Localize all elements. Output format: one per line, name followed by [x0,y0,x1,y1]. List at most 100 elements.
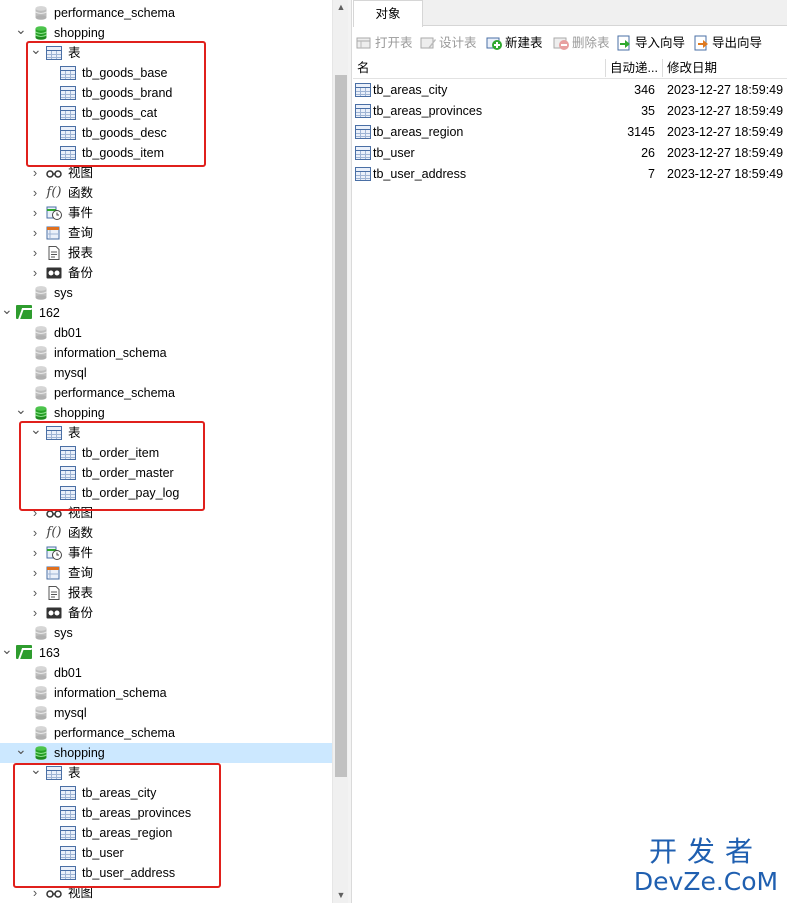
design-table-button[interactable]: 设计表 [420,33,480,53]
grid-header: 名 自动递... 修改日期 [353,57,787,79]
tree-item-db[interactable]: performance_schema [0,723,332,743]
chevron-right-icon[interactable]: › [30,163,40,183]
tree-item-db[interactable]: db01 [0,663,332,683]
column-divider[interactable] [662,59,663,77]
tree-item-db[interactable]: information_schema [0,683,332,703]
tree-item-tables[interactable]: ⌄ 表 [0,422,332,443]
tree-item-queries[interactable]: › 查询 [0,223,332,243]
chevron-right-icon[interactable]: › [30,603,40,623]
tree-item-backups[interactable]: › 备份 [0,263,332,283]
import-wizard-button[interactable]: 导入向导 [616,33,688,53]
chevron-right-icon[interactable]: › [30,263,40,283]
tree-item-db[interactable]: performance_schema [0,383,332,403]
navigation-tree[interactable]: performance_schema ⌄ shopping ⌄ 表 tb_goods_ba… [0,0,332,903]
chevron-down-icon[interactable]: ⌄ [15,22,27,43]
chevron-down-icon[interactable]: ⌄ [1,642,13,663]
tree-item-table[interactable]: tb_goods_brand [0,83,332,103]
tree-item-events[interactable]: › 事件 [0,203,332,223]
scroll-up-arrow-icon[interactable]: ▲ [333,0,349,14]
tree-item-views[interactable]: › 视图 [0,163,332,183]
table-row[interactable]: tb_areas_provinces 35 2023-12-27 18:59:49 [353,101,787,122]
tree-item-views[interactable]: › 视图 [0,883,332,903]
tree-item-table[interactable]: tb_goods_cat [0,103,332,123]
tree-item-label: tb_user_address [82,866,176,880]
chevron-right-icon[interactable]: › [30,583,40,603]
tree-item-label: tb_order_item [82,446,160,460]
tree-item-db[interactable]: information_schema [0,343,332,363]
table-row[interactable]: tb_areas_city 346 2023-12-27 18:59:49 [353,80,787,101]
tree-item-backups[interactable]: › 备份 [0,603,332,623]
chevron-right-icon[interactable]: › [30,203,40,223]
tree-item-label: tb_goods_item [82,146,165,160]
export-wizard-button[interactable]: 导出向导 [693,33,767,53]
tab-objects[interactable]: 对象 [353,0,423,27]
tree-item-queries[interactable]: › 查询 [0,563,332,583]
chevron-right-icon[interactable]: › [30,523,40,543]
chevron-right-icon[interactable]: › [30,543,40,563]
table-row[interactable]: tb_user_address 7 2023-12-27 18:59:49 [353,164,787,185]
column-header-name[interactable]: 名 [357,57,557,79]
tree-item-db[interactable]: sys [0,283,332,303]
scrollbar-thumb[interactable] [335,75,347,777]
tree-item-db[interactable]: mysql [0,703,332,723]
tree-item-tables[interactable]: ⌄ 表 [0,42,332,63]
tree-item-table[interactable]: tb_areas_region [0,823,332,843]
tree-item-label: tb_goods_desc [82,126,167,140]
tree-item-table[interactable]: tb_goods_base [0,63,332,83]
column-header-auto-increment[interactable]: 自动递... [610,57,660,79]
tree-item-functions[interactable]: › f() 函数 [0,523,332,543]
chevron-down-icon[interactable]: ⌄ [30,762,42,783]
panel-splitter[interactable] [348,0,352,903]
chevron-down-icon[interactable]: ⌄ [15,742,27,763]
chevron-right-icon[interactable]: › [30,503,40,523]
tree-item-db[interactable]: performance_schema [0,3,332,23]
chevron-down-icon[interactable]: ⌄ [15,402,27,423]
tree-item-table[interactable]: tb_goods_desc [0,123,332,143]
tree-item-label: sys [54,286,73,300]
delete-table-button[interactable]: 删除表 [553,33,613,53]
table-icon [355,146,371,160]
chevron-down-icon[interactable]: ⌄ [1,302,13,323]
chevron-right-icon[interactable]: › [30,243,40,263]
tree-item-connection[interactable]: ⌄ 163 [0,642,332,663]
tree-item-table[interactable]: tb_areas_provinces [0,803,332,823]
tree-item-tables[interactable]: ⌄ 表 [0,762,332,783]
modified-date: 2023-12-27 18:59:49 [667,125,784,139]
tree-item-views[interactable]: › 视图 [0,503,332,523]
modified-date: 2023-12-27 18:59:49 [667,83,784,97]
open-table-button[interactable]: 打开表 [356,33,416,53]
tree-item-label: 表 [68,766,81,780]
chevron-right-icon[interactable]: › [30,883,40,903]
tree-item-db[interactable]: sys [0,623,332,643]
column-header-modified-date[interactable]: 修改日期 [667,57,777,79]
chevron-right-icon[interactable]: › [30,183,40,203]
chevron-right-icon[interactable]: › [30,223,40,243]
scroll-down-arrow-icon[interactable]: ▼ [333,888,349,902]
tree-item-table[interactable]: tb_areas_city [0,783,332,803]
tree-item-db-open[interactable]: ⌄ shopping [0,22,332,43]
chevron-right-icon[interactable]: › [30,563,40,583]
tree-item-table[interactable]: tb_user_address [0,863,332,883]
tree-item-db[interactable]: db01 [0,323,332,343]
tree-item-functions[interactable]: › f() 函数 [0,183,332,203]
tree-item-reports[interactable]: › 报表 [0,243,332,263]
tree-scrollbar[interactable]: ▲ ▼ [332,0,348,903]
tree-item-label: tb_goods_cat [82,106,158,120]
tree-item-events[interactable]: › 事件 [0,543,332,563]
table-row[interactable]: tb_user 26 2023-12-27 18:59:49 [353,143,787,164]
tree-item-db[interactable]: mysql [0,363,332,383]
tree-item-table[interactable]: tb_order_master [0,463,332,483]
tree-item-table[interactable]: tb_user [0,843,332,863]
chevron-down-icon[interactable]: ⌄ [30,42,42,63]
tree-item-connection[interactable]: ⌄ 162 [0,302,332,323]
table-row[interactable]: tb_areas_region 3145 2023-12-27 18:59:49 [353,122,787,143]
tree-item-reports[interactable]: › 报表 [0,583,332,603]
column-divider[interactable] [605,59,606,77]
tree-item-table[interactable]: tb_order_pay_log [0,483,332,503]
tree-item-table[interactable]: tb_order_item [0,443,332,463]
chevron-down-icon[interactable]: ⌄ [30,422,42,443]
tree-item-db-open[interactable]: ⌄ shopping [0,742,332,763]
tree-item-table[interactable]: tb_goods_item [0,143,332,163]
tree-item-db-open[interactable]: ⌄ shopping [0,402,332,423]
new-table-button[interactable]: 新建表 [486,33,548,53]
